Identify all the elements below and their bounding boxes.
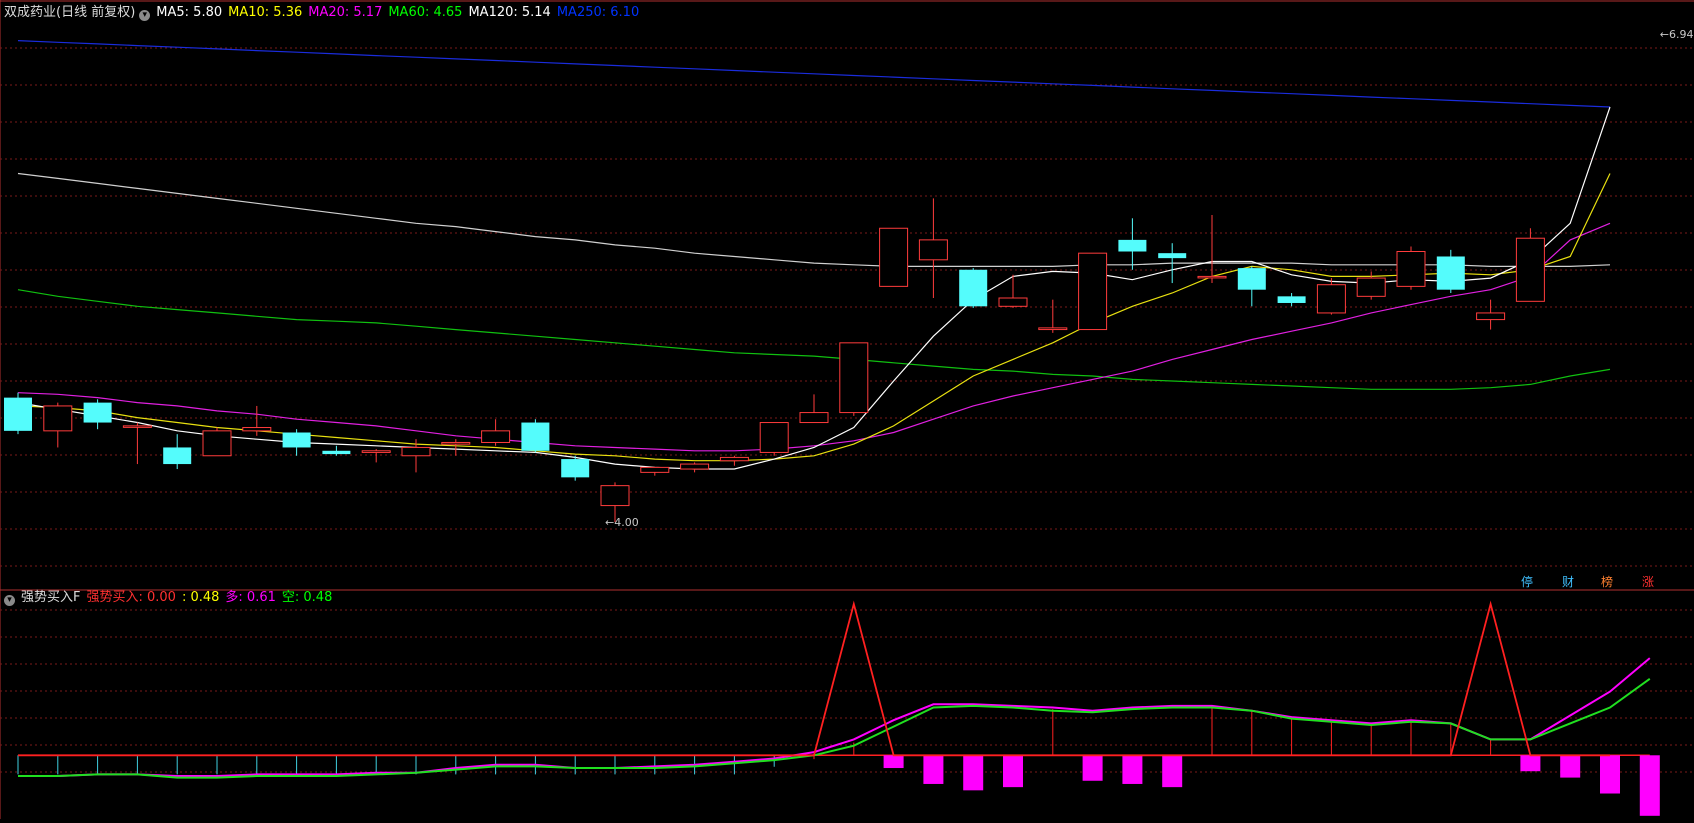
candle-body-up [1476,312,1506,321]
ma10-label: MA10: 5.36 [228,5,303,20]
candle-body-down [521,422,550,451]
ma250-line [17,40,1611,108]
chart-svg: ←6.94 ←4.00 [0,0,1694,819]
candle-body-down [322,450,351,455]
ma60-line [17,289,1611,390]
candle-body-down [1237,268,1266,290]
badge-rise[interactable]: 涨 [1642,575,1654,589]
indicator-bar [1639,755,1660,816]
candle-body-up [998,297,1028,307]
indicator-bar [883,755,904,769]
indicator-bar [923,755,944,784]
ma120-line [17,172,1611,267]
indicator-bar [963,755,984,791]
ma250-label: MA250: 6.10 [556,5,640,20]
indicator-bar [1560,755,1581,778]
candle-body-up [680,463,710,470]
ma20-label: MA20: 5.17 [308,5,383,20]
candle-body-down [4,397,32,431]
candle-body-down [1158,253,1187,259]
candle-body-up [640,466,670,473]
candle-body-up [43,405,73,432]
candle-body-up [361,450,391,453]
candle-body-up [1396,251,1426,287]
candle-body-down [1277,296,1306,303]
indicator-bar [1162,755,1183,788]
candle-body-up [1197,275,1227,279]
indicator-title: 强势买入F [21,590,81,605]
ma60-label: MA60: 4.65 [388,5,463,20]
kong-line [18,677,1651,779]
candle-body-down [282,432,311,448]
candle-body-down [1118,239,1147,252]
candle-body-up [441,441,471,445]
kong-label: 空: 0.48 [281,590,333,605]
candle-body-up [600,485,630,507]
indicator-bar [1122,755,1143,784]
indicator-settings-icon[interactable]: ▾ [4,595,15,606]
candle-body-up [719,456,749,462]
candle-body-up [1078,252,1108,331]
low-price-label: ←4.00 [605,516,639,529]
candle-body-up [1515,237,1545,302]
candle-body-down [959,269,988,307]
candle-body-up [242,427,272,432]
candle-body-up [1316,284,1346,314]
indicator-bar [1600,755,1620,794]
settings-circle-icon[interactable]: ▾ [139,10,151,21]
main-chart-header: 双成药业(日线 前复权) ▾ MA5: 5.80 MA10: 5.36 MA20: 5.… [4,5,645,21]
badge-ranking[interactable]: 榜 [1601,575,1613,589]
candle-body-up [481,430,511,443]
chart-stage: ←6.94 ←4.00 双成药业(日线 前复权) ▾ MA5: 5.80 MA10: 5… [0,0,1694,819]
ma5-label: MA5: 5.80 [156,5,223,20]
candle-body-up [918,239,948,261]
indicator-header: ▾ 强势买入F 强势买入: 0.00 : 0.48 多: 0.61 空: 0.48 [4,590,338,606]
candle-body-down [163,447,192,465]
candle-body-up [1038,327,1068,331]
candle-body-up [401,446,431,457]
badge-finance[interactable]: 财 [1562,575,1574,589]
strong-buy-label: 强势买入: 0.00 [86,590,176,605]
candle-body-up [879,227,909,287]
badge-suspend[interactable]: 停 [1521,575,1533,589]
candle-body-up [759,422,789,453]
candle-body-down [83,402,112,423]
candle-body-up [839,342,869,414]
candle-body-up [1356,277,1386,297]
stock-title: 双成药业(日线 前复权) [4,5,136,20]
high-price-label: ←6.94 [1660,28,1694,41]
duo-line [18,657,1651,777]
indicator-bar [1003,755,1023,788]
duo-label: 多: 0.61 [225,590,276,605]
candle-body-up [799,412,829,424]
indicator-bar [1082,755,1103,781]
candle-body-up [202,430,232,457]
candle-body-down [1436,256,1465,290]
candle-body-up [122,425,152,428]
candle-body-down [561,459,590,478]
yellow-value-label: : 0.48 [181,590,220,605]
ma120-label: MA120: 5.14 [468,5,551,20]
indicator-bar [1520,755,1541,772]
